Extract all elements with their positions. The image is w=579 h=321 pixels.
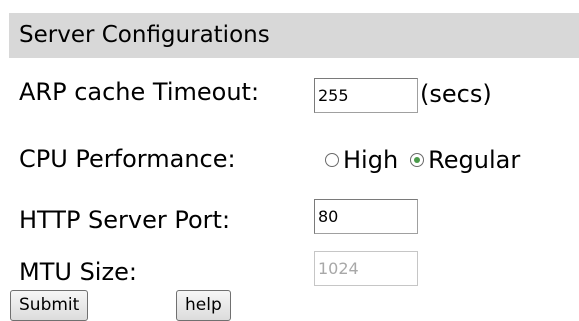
http-port-label: HTTP Server Port: xyxy=(19,206,231,234)
cpu-performance-label: CPU Performance: xyxy=(19,145,236,173)
submit-button[interactable]: Submit xyxy=(10,290,89,321)
cpu-option-high[interactable]: High xyxy=(325,146,398,174)
mtu-size-label: MTU Size: xyxy=(19,258,137,286)
section-header: Server Configurations xyxy=(9,13,579,58)
cpu-option-high-label: High xyxy=(343,146,399,174)
arp-timeout-label: ARP cache Timeout: xyxy=(19,78,260,106)
radio-unselected-icon[interactable] xyxy=(325,153,339,167)
cpu-performance-radio-group: High Regular xyxy=(325,142,520,178)
radio-dot-icon xyxy=(414,157,421,163)
http-port-input[interactable] xyxy=(314,199,418,234)
cpu-option-regular[interactable]: Regular xyxy=(410,146,520,174)
arp-timeout-input[interactable] xyxy=(314,78,418,113)
cpu-option-regular-label: Regular xyxy=(428,146,521,174)
help-button[interactable]: help xyxy=(176,290,231,321)
radio-selected-icon[interactable] xyxy=(410,153,425,167)
mtu-size-input[interactable] xyxy=(314,251,418,286)
section-title: Server Configurations xyxy=(19,22,270,48)
arp-timeout-unit: (secs) xyxy=(420,80,492,108)
